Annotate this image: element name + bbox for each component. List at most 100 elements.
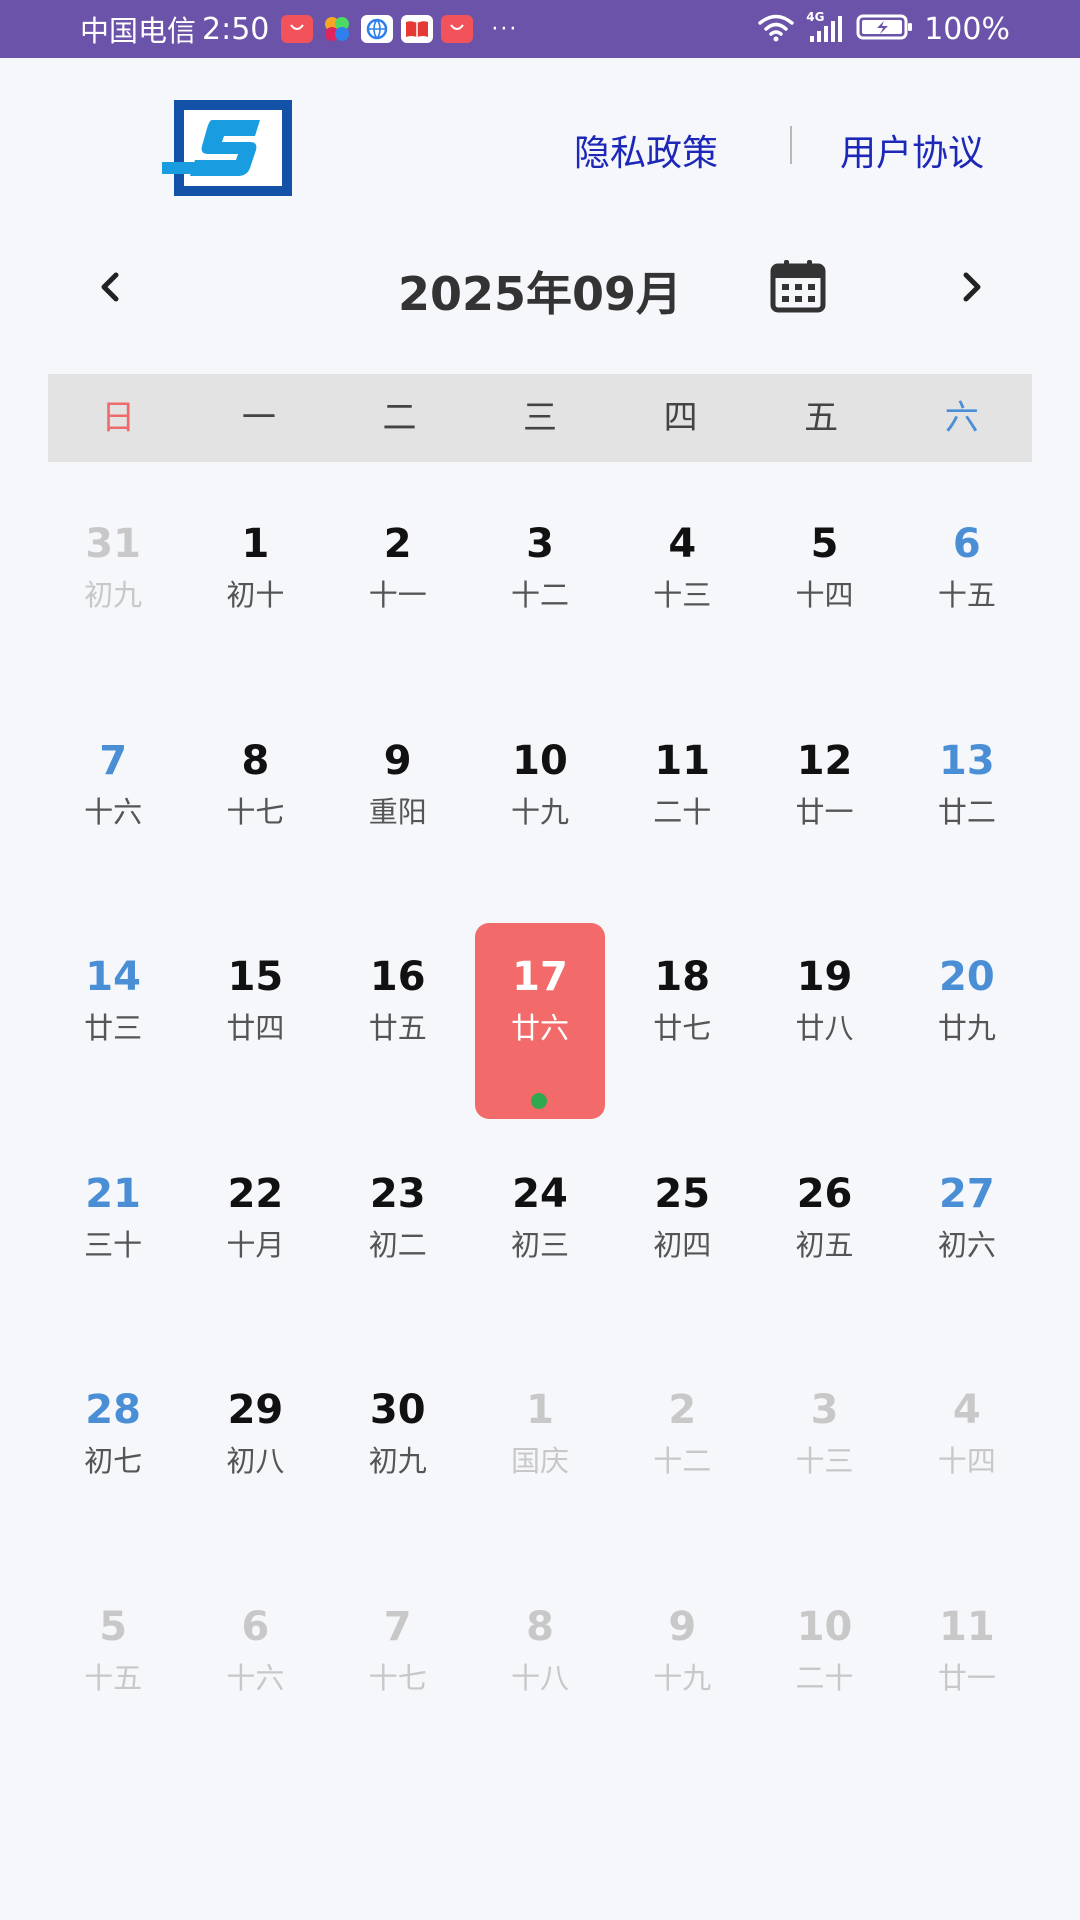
- day-cell[interactable]: 22 十月: [184, 1140, 326, 1357]
- battery-charging-icon: [856, 12, 914, 46]
- day-number: 24: [512, 1170, 568, 1217]
- day-number: 25: [654, 1170, 711, 1217]
- day-cell[interactable]: 8 十八: [469, 1573, 611, 1790]
- day-number: 3: [526, 521, 554, 567]
- status-bar: 中国电信 2:50 ··· 4G 100%: [0, 0, 1080, 58]
- lunar-date: 十五: [937, 578, 996, 612]
- day-cell-selected[interactable]: 17 廿六: [469, 923, 611, 1140]
- lunar-date: 十七: [226, 794, 285, 829]
- week-row: 31 初九 1 初十 2 十一 3 十二 4 十三 5 十四 6 十五: [42, 490, 1038, 707]
- lunar-date: 十二: [510, 578, 569, 612]
- day-cell[interactable]: 24 初三: [469, 1140, 611, 1357]
- day-number: 20: [938, 954, 995, 1000]
- lunar-date: 初九: [84, 578, 143, 612]
- lunar-date: 廿一: [937, 1660, 996, 1695]
- day-cell[interactable]: 15 廿四: [184, 923, 326, 1140]
- lunar-date: 十月: [226, 1227, 285, 1262]
- day-cell[interactable]: 19 廿八: [753, 923, 895, 1140]
- week-row: 5 十五 6 十六 7 十七 8 十八 9 十九 10 二十 11 廿一: [42, 1573, 1038, 1790]
- day-cell[interactable]: 6 十五: [896, 490, 1038, 707]
- day-number: 10: [512, 737, 568, 784]
- day-cell[interactable]: 12 廿一: [753, 707, 895, 924]
- day-cell[interactable]: 21 三十: [42, 1140, 184, 1357]
- day-cell[interactable]: 2 十一: [327, 490, 469, 707]
- day-cell[interactable]: 20 廿九: [896, 923, 1038, 1140]
- week-row: 14 廿三 15 廿四 16 廿五 17 廿六 18 廿七 19 廿八 20 廿九: [42, 923, 1038, 1140]
- prev-month-button[interactable]: [84, 262, 134, 312]
- lunar-date: 廿一: [795, 794, 854, 829]
- day-cell[interactable]: 23 初二: [327, 1140, 469, 1357]
- day-cell[interactable]: 29 初八: [184, 1356, 326, 1573]
- app-header: 隐私政策 用户协议: [0, 58, 1080, 228]
- day-cell[interactable]: 10 十九: [469, 707, 611, 924]
- lunar-date: 重阳: [368, 794, 427, 829]
- logo-s-icon: [162, 98, 294, 198]
- day-cell[interactable]: 7 十七: [327, 1573, 469, 1790]
- day-cell[interactable]: 3 十二: [469, 490, 611, 707]
- day-cell[interactable]: 8 十七: [184, 707, 326, 924]
- user-agreement-link[interactable]: 用户协议: [840, 124, 984, 176]
- week-row: 21 三十 22 十月 23 初二 24 初三 25 初四 26 初五 27 初六: [42, 1140, 1038, 1357]
- day-cell[interactable]: 27 初六: [896, 1140, 1038, 1357]
- lunar-date: 十五: [84, 1660, 143, 1695]
- day-number: 22: [227, 1170, 284, 1217]
- day-number: 10: [796, 1603, 853, 1650]
- day-number: 4: [668, 521, 697, 567]
- day-cell[interactable]: 7 十六: [42, 707, 184, 924]
- day-cell[interactable]: 28 初七: [42, 1356, 184, 1573]
- day-cell[interactable]: 30 初九: [327, 1356, 469, 1573]
- lunar-date: 廿九: [937, 1011, 996, 1045]
- day-cell[interactable]: 4 十四: [896, 1356, 1038, 1573]
- lunar-date: 十四: [937, 1444, 996, 1478]
- lunar-date: 廿七: [653, 1011, 712, 1045]
- day-cell[interactable]: 9 十九: [611, 1573, 753, 1790]
- calendar-grid: 31 初九 1 初十 2 十一 3 十二 4 十三 5 十四 6 十五 7 十六 8 十七 9 重阳 10 十九 11 二十 1…: [42, 490, 1038, 1789]
- day-cell[interactable]: 18 廿七: [611, 923, 753, 1140]
- next-month-button[interactable]: [948, 262, 998, 312]
- day-cell[interactable]: 13 廿二: [896, 707, 1038, 924]
- day-cell[interactable]: 14 廿三: [42, 923, 184, 1140]
- day-cell[interactable]: 2 十二: [611, 1356, 753, 1573]
- day-cell[interactable]: 6 十六: [184, 1573, 326, 1790]
- day-number: 2: [383, 521, 412, 567]
- calendar-picker-button[interactable]: [768, 258, 828, 314]
- day-cell[interactable]: 25 初四: [611, 1140, 753, 1357]
- day-cell[interactable]: 26 初五: [753, 1140, 895, 1357]
- huawei-store-icon: [441, 15, 474, 43]
- day-cell[interactable]: 11 廿一: [896, 1573, 1038, 1790]
- more-notifications-icon: ···: [491, 16, 519, 42]
- lunar-date: 廿三: [84, 1011, 143, 1045]
- day-cell[interactable]: 5 十五: [42, 1573, 184, 1790]
- weekday-header: 日 一 二 三 四 五 六: [48, 374, 1032, 462]
- day-number: 8: [526, 1603, 554, 1650]
- lunar-date: 十四: [795, 578, 854, 612]
- lunar-date: 廿八: [795, 1011, 854, 1045]
- day-cell[interactable]: 16 廿五: [327, 923, 469, 1140]
- day-number: 9: [383, 737, 412, 784]
- day-cell[interactable]: 9 重阳: [327, 707, 469, 924]
- book-icon: [401, 15, 434, 43]
- day-cell[interactable]: 10 二十: [753, 1573, 895, 1790]
- day-number: 23: [369, 1170, 426, 1217]
- day-number: 17: [512, 954, 568, 1000]
- calendar-icon: [770, 260, 826, 313]
- lunar-date: 初三: [510, 1227, 569, 1262]
- day-number: 5: [99, 1603, 128, 1650]
- day-cell[interactable]: 3 十三: [753, 1356, 895, 1573]
- day-cell[interactable]: 1 初十: [184, 490, 326, 707]
- day-cell[interactable]: 4 十三: [611, 490, 753, 707]
- day-cell[interactable]: 1 国庆: [469, 1356, 611, 1573]
- privacy-policy-link[interactable]: 隐私政策: [574, 124, 718, 176]
- day-cell[interactable]: 11 二十: [611, 707, 753, 924]
- lunar-date: 十七: [368, 1660, 427, 1695]
- notification-app-icons: ···: [281, 15, 518, 43]
- day-number: 27: [938, 1170, 995, 1217]
- day-cell[interactable]: 31 初九: [42, 490, 184, 707]
- day-cell[interactable]: 5 十四: [753, 490, 895, 707]
- browser-icon: [361, 15, 394, 43]
- day-number: 6: [952, 521, 981, 567]
- day-number: 1: [526, 1387, 554, 1433]
- header-divider: [790, 126, 792, 164]
- lunar-date: 初七: [84, 1444, 143, 1478]
- day-number: 15: [227, 954, 284, 1000]
